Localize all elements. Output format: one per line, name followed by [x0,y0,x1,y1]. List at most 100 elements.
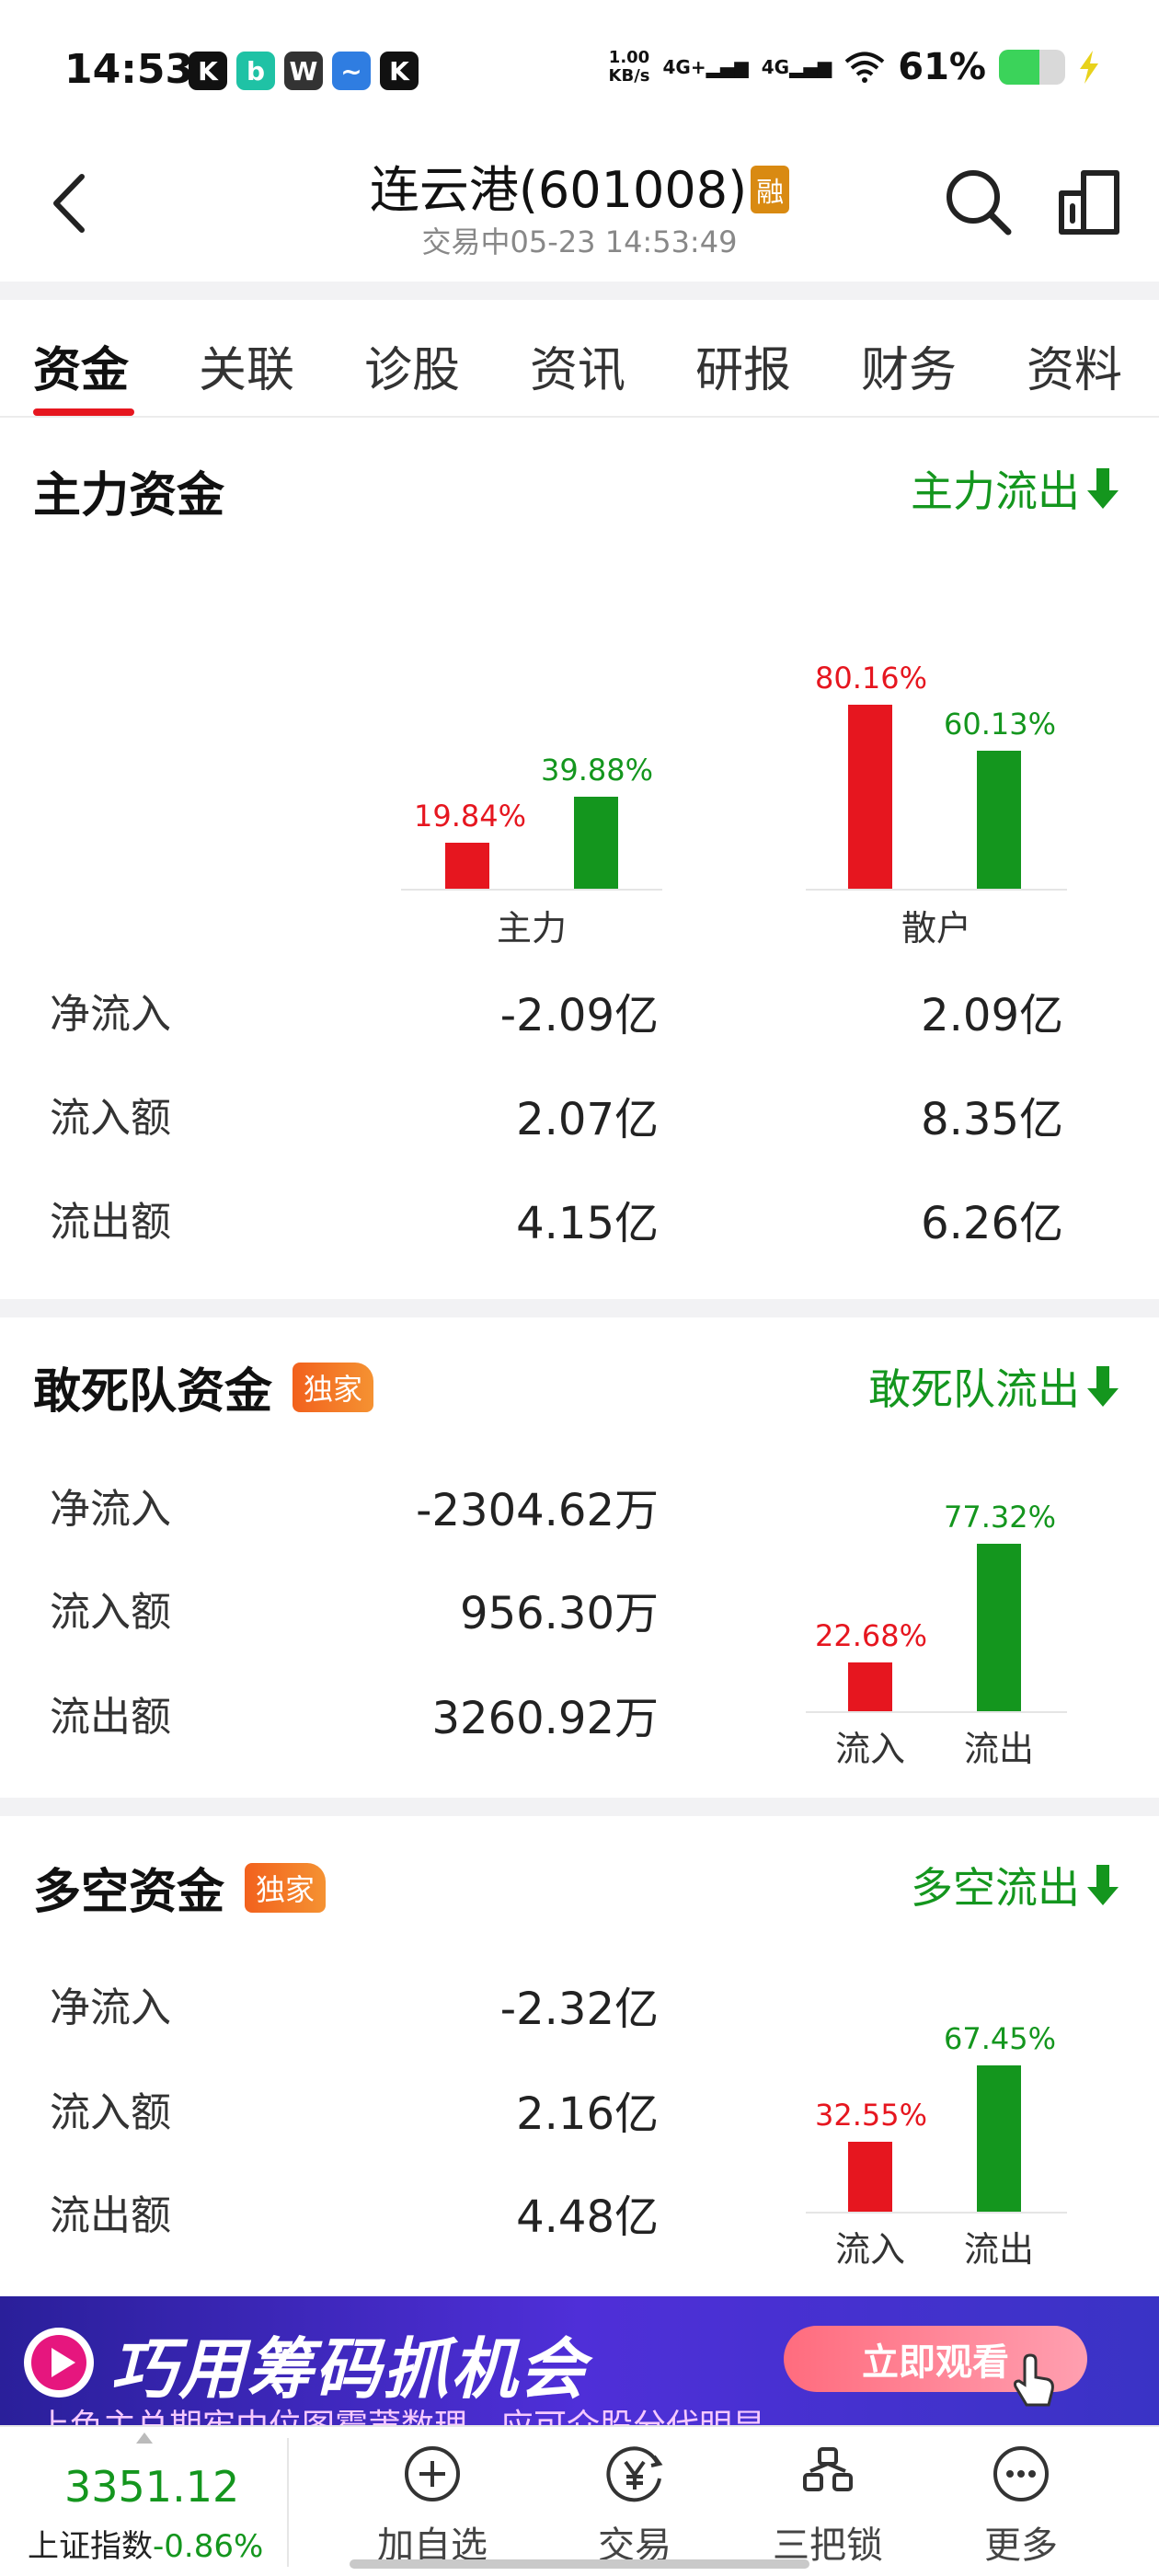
divider [0,1798,1159,1816]
wechat-icon: W [284,52,323,90]
axis-line [806,2212,1067,2214]
label-retail-outflow: 60.13% [944,707,1057,742]
main-outflow: 4.15亿 [516,1198,659,1249]
app-chart-icon: ~ [332,52,371,90]
label-main-outflow: 39.88% [541,753,654,788]
daredevil-header: 敢死队资金 独家 [33,1352,374,1421]
longshort-outflow-link[interactable]: 多空流出 [911,1855,1119,1915]
divider [0,282,1159,300]
tab-finance[interactable]: 财务 [861,331,957,400]
index-value[interactable]: 3351.12 [64,2462,239,2512]
retail-net-inflow: 2.09亿 [921,990,1063,1041]
retail-inflow: 8.35亿 [921,1094,1063,1145]
tab-news[interactable]: 资讯 [530,331,625,400]
network-speed: 1.00 KB/s [609,49,650,86]
status-time: 14:53 [64,46,194,93]
longshort-title: 多空资金 [33,1865,225,1920]
promo-banner[interactable]: 巧用筹码抓机会 立即观看 上色主总期牢中位图霉莆数理，应可介股分代明显 [0,2296,1159,2425]
tab-funds[interactable]: 资金 [33,331,129,400]
app-b-icon: b [236,52,275,90]
bar-main-inflow [445,843,489,889]
add-watchlist-button[interactable]: 加自选 [340,2444,524,2569]
three-locks-button[interactable]: 三把锁 [736,2444,920,2569]
bar-inflow [848,2142,892,2212]
inflow-label: 流入额 [50,1589,171,1636]
longshort-link-label: 多空流出 [911,1863,1080,1913]
bar-inflow [848,1662,892,1711]
battery-icon [999,50,1065,85]
daredevil-inflow: 956.30万 [460,1588,659,1639]
label-retail-inflow: 80.16% [815,661,928,696]
wifi-icon [844,52,885,83]
active-tab-indicator [33,408,134,416]
outflow-label: 流出额 [50,1199,171,1246]
tab-research[interactable]: 研报 [695,331,791,400]
tab-related[interactable]: 关联 [199,331,294,400]
daredevil-link-label: 敢死队流出 [868,1364,1080,1414]
outflow-label: 流出额 [50,2192,171,2239]
down-arrow-icon [1087,1865,1119,1905]
label-inflow: 32.55% [815,2098,928,2133]
hand-pointer-icon [1014,2353,1054,2407]
index-name-row[interactable]: 上证指数-0.86% [28,2521,263,2566]
network-speed-value: 1.00 [608,48,650,67]
more-label: 更多 [984,2524,1058,2567]
inflow-label: 流入额 [50,1095,171,1142]
down-arrow-icon [1087,468,1119,509]
main-funds-chart: 19.84% 39.88% 80.16% 60.13% 主力 散户 [396,580,1067,949]
more-button[interactable]: 更多 [929,2444,1113,2569]
longshort-outflow: 4.48亿 [516,2191,659,2243]
longshort-header: 多空资金 独家 [33,1853,327,1922]
signal-4gplus-icon: 4G+▂▄▆ [662,56,749,78]
status-bar: 14:53 K b W ~ K 1.00 KB/s 4G+▂▄▆ 4G▂▄▆ 6… [0,0,1159,138]
more-icon [993,2446,1049,2501]
label-main-inflow: 19.84% [414,799,527,834]
yen-icon [606,2446,663,2502]
signal-4g-icon: 4G▂▄▆ [761,56,832,78]
banner-title: 巧用筹码抓机会 [110,2330,588,2408]
main-funds-title: 主力资金 [33,468,225,523]
axis-line-retail [806,889,1067,891]
category-inflow: 流入 [834,1729,905,1769]
retail-outflow: 6.26亿 [921,1198,1063,1249]
daredevil-title: 敢死队资金 [33,1364,273,1420]
up-caret-icon [136,2432,153,2444]
search-icon[interactable] [942,166,1016,239]
category-inflow: 流入 [834,2229,905,2270]
label-inflow: 22.68% [815,1618,928,1653]
lock-people-icon [803,2447,853,2491]
margin-badge: 融 [751,166,790,213]
daredevil-net-inflow: -2304.62万 [416,1485,659,1536]
tabs-border [0,416,1159,418]
tab-profile[interactable]: 资料 [1027,331,1122,400]
main-funds-outflow-link[interactable]: 主力流出 [911,458,1119,519]
signal-2-label: 4G [761,56,790,78]
label-outflow: 67.45% [944,2021,1057,2056]
share-panel-icon[interactable] [1052,166,1126,239]
index-change: -0.86% [153,2528,264,2565]
battery-fill [999,50,1039,85]
trade-button[interactable]: 交易 [543,2444,727,2569]
category-retail: 散户 [901,908,971,949]
down-arrow-icon [1087,1366,1119,1407]
main-funds-link-label: 主力流出 [911,466,1080,516]
exclusive-badge: 独家 [293,1362,374,1412]
net-inflow-label: 净流入 [50,991,171,1038]
main-net-inflow: -2.09亿 [499,990,659,1041]
app-k2-icon: K [380,52,419,90]
tab-diagnosis[interactable]: 诊股 [364,331,460,400]
bar-retail-outflow [977,751,1021,889]
longshort-net-inflow: -2.32亿 [499,1984,659,2035]
net-inflow-label: 净流入 [50,1984,171,2031]
axis-line [806,1711,1067,1713]
daredevil-chart: 22.68% 77.32% 流入 流出 [800,1490,1076,1776]
charging-icon [1080,51,1098,84]
bar-outflow [977,2065,1021,2212]
daredevil-outflow-link[interactable]: 敢死队流出 [868,1356,1119,1417]
main-inflow: 2.07亿 [516,1094,659,1145]
net-inflow-label: 净流入 [50,1486,171,1533]
home-indicator [350,2559,809,2569]
longshort-chart: 32.55% 67.45% 流入 流出 [800,1987,1076,2272]
bar-outflow [977,1544,1021,1711]
index-separator [287,2438,289,2567]
